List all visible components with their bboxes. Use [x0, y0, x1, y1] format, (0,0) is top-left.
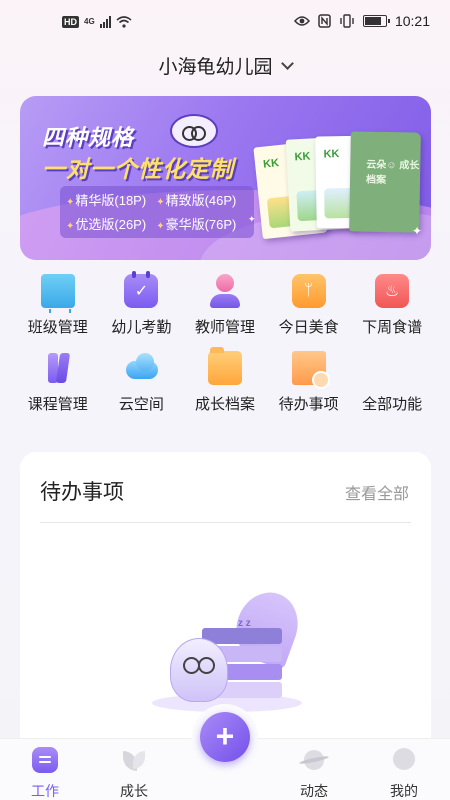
add-button[interactable]: +	[200, 712, 250, 762]
tab-label: 工作	[31, 783, 59, 799]
planet-icon	[301, 747, 327, 773]
grid-icon	[375, 351, 409, 385]
book-cap: KK	[294, 150, 311, 164]
todo-bookmark-icon	[291, 351, 330, 389]
fork-spoon-icon: ᛘ	[291, 274, 326, 308]
menu-next-week-recipe[interactable]: ♨ 下周食谱	[350, 274, 434, 337]
fab-container: +	[192, 704, 258, 770]
edition-row: 优选版(26P) 豪华版(76P)	[66, 214, 248, 238]
tab-label: 成长	[120, 783, 148, 799]
menu-label: 成长档案	[194, 396, 255, 413]
menu-class-management[interactable]: 班级管理	[16, 274, 100, 337]
album-book-image: 云朵☺ 成长档案	[349, 131, 421, 233]
class-board-icon	[40, 274, 75, 313]
book-cap: 云朵☺ 成长档案	[365, 159, 420, 187]
book-cap: KK	[262, 157, 280, 171]
status-left: HD 4G	[62, 16, 132, 28]
attendance-calendar-icon: ✓	[124, 271, 159, 308]
book-cap: KK	[323, 148, 340, 161]
course-book-icon	[41, 351, 75, 385]
wifi-icon	[116, 16, 132, 28]
mascot-icon	[170, 114, 218, 148]
menu-child-attendance[interactable]: ✓ 幼儿考勤	[100, 271, 184, 337]
tab-mine[interactable]: 我的	[374, 747, 434, 800]
profile-icon	[391, 747, 417, 773]
edition-item: 优选版(26P)	[66, 214, 146, 238]
nfc-icon	[318, 14, 331, 28]
mascot-icon	[170, 638, 228, 702]
vibrate-icon	[340, 14, 354, 28]
tab-label: 我的	[390, 783, 418, 799]
banner-title: 四种规格	[42, 125, 135, 150]
menu-course-management[interactable]: 课程管理	[16, 351, 100, 414]
menu-label: 云空间	[118, 396, 164, 413]
network-type: 4G	[84, 17, 95, 26]
edition-item: 精致版(46P)	[156, 190, 237, 214]
school-selector[interactable]: 小海龟幼儿园	[0, 52, 450, 79]
edition-row: 精华版(18P) 精致版(46P)	[66, 190, 248, 214]
status-bar: HD 4G 10:21	[0, 0, 450, 50]
menu-all-functions[interactable]: 全部功能	[350, 351, 434, 414]
status-right: 10:21	[293, 13, 430, 29]
menu-label: 全部功能	[362, 396, 423, 413]
folder-icon	[207, 347, 242, 385]
edition-list: 精华版(18P) 精致版(46P) 优选版(26P) 豪华版(76P)	[60, 186, 254, 238]
banner-subtitle: 一对一个性化定制	[42, 156, 234, 182]
eye-icon	[293, 16, 310, 26]
menu-todo[interactable]: 待办事项	[267, 351, 351, 414]
sparkle-icon: ✦	[412, 224, 423, 238]
signal-icon	[99, 16, 111, 28]
work-icon	[32, 747, 58, 773]
sparkle-icon: ✦	[248, 214, 256, 224]
menu-growth-archive[interactable]: 成长档案	[183, 347, 267, 414]
edition-item: 豪华版(76P)	[156, 214, 237, 238]
battery-icon	[362, 15, 390, 27]
school-name: 小海龟幼儿园	[158, 57, 273, 78]
tab-label: 动态	[300, 783, 328, 799]
tab-growth[interactable]: 成长	[104, 747, 164, 800]
menu-label: 幼儿考勤	[111, 319, 172, 336]
teacher-icon	[208, 274, 242, 308]
menu-cloud-space[interactable]: 云空间	[100, 351, 184, 414]
menu-label: 教师管理	[194, 319, 255, 336]
menu-label: 班级管理	[27, 319, 88, 336]
view-all-link[interactable]: 查看全部	[345, 480, 409, 504]
menu-teacher-management[interactable]: 教师管理	[183, 274, 267, 337]
quick-menu: 班级管理 ✓ 幼儿考勤 教师管理 ᛘ 今日美食 ♨ 下周食谱 课程管理 云空间 …	[16, 271, 434, 414]
edition-item: 精华版(18P)	[66, 190, 146, 214]
leaf-icon	[121, 747, 147, 773]
divider	[40, 522, 411, 523]
tab-work[interactable]: 工作	[15, 747, 75, 800]
cloud-icon	[124, 351, 159, 385]
todo-title: 待办事项	[40, 481, 124, 504]
empty-state-illustration: z z	[152, 582, 308, 712]
promo-banner[interactable]: 四种规格 一对一个性化定制 精华版(18P) 精致版(46P) 优选版(26P)…	[20, 96, 431, 260]
clock: 10:21	[394, 13, 430, 29]
hd-badge: HD	[62, 16, 79, 28]
tab-news[interactable]: 动态	[284, 747, 344, 800]
menu-label: 待办事项	[278, 396, 339, 413]
recipe-book-icon: ♨	[375, 274, 410, 308]
menu-label: 今日美食	[278, 319, 339, 336]
menu-label: 下周食谱	[362, 319, 423, 336]
chevron-down-icon	[280, 57, 294, 70]
sleep-icon: z z	[238, 618, 251, 629]
menu-label: 课程管理	[27, 396, 88, 413]
menu-today-food[interactable]: ᛘ 今日美食	[267, 274, 351, 337]
